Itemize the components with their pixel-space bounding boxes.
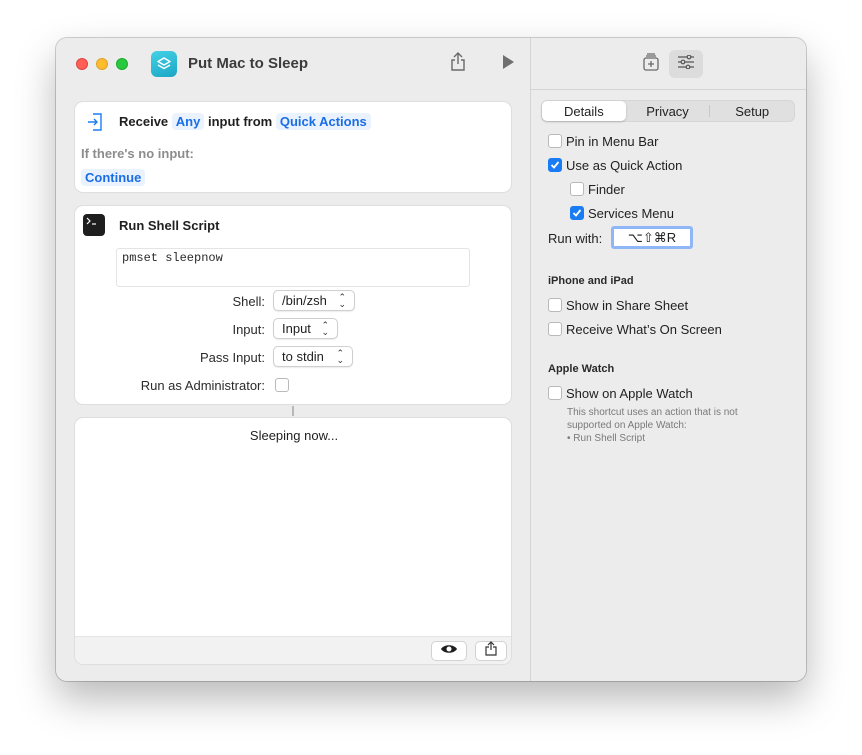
action-title: Run Shell Script: [119, 218, 220, 233]
share-sheet-label: Show in Share Sheet: [566, 298, 689, 313]
receive-label: Receive: [119, 114, 169, 129]
admin-checkbox[interactable]: [275, 378, 289, 392]
chevron-updown-icon: ⌃ ⌄: [336, 347, 344, 365]
watch-note-line: supported on Apple Watch:: [567, 420, 687, 431]
receive-screen-label: Receive What’s On Screen: [566, 322, 722, 337]
input-type-token[interactable]: Any: [171, 113, 205, 130]
minimize-window-button[interactable]: [96, 58, 108, 70]
share-sheet-checkbox[interactable]: [548, 298, 562, 312]
output-card: Sleeping now...: [74, 417, 512, 665]
admin-label: Run as Administrator:: [140, 378, 265, 393]
titlebar: Put Mac to Sleep: [56, 38, 530, 90]
shortcuts-window: Put Mac to Sleep Receive Any input from: [56, 38, 806, 681]
inspector-tabs: Details Privacy Setup: [541, 100, 795, 122]
output-text: Sleeping now...: [249, 428, 339, 443]
input-label: Input:: [232, 322, 265, 337]
script-editor[interactable]: pmset sleepnow: [116, 248, 470, 287]
chevron-updown-icon: ⌃ ⌄: [338, 291, 346, 309]
add-action-icon: [642, 52, 660, 76]
chevron-updown-icon: ⌃ ⌄: [321, 319, 329, 337]
show-watch-checkbox[interactable]: [548, 386, 562, 400]
iphone-section-title: iPhone and iPad: [548, 275, 634, 287]
receive-icon: [87, 113, 103, 136]
finder-label: Finder: [588, 182, 625, 197]
shell-value: /bin/zsh: [282, 293, 327, 308]
receive-action-card[interactable]: Receive Any input from Quick Actions If …: [74, 101, 512, 193]
receive-screen-checkbox[interactable]: [548, 322, 562, 336]
action-connector: [292, 406, 294, 416]
checkmark-icon: [572, 209, 582, 217]
run-shell-script-card[interactable]: Run Shell Script pmset sleepnow Shell: /…: [74, 205, 512, 405]
continue-token[interactable]: Continue: [81, 169, 146, 186]
quick-action-checkbox[interactable]: [548, 158, 562, 172]
share-button[interactable]: [446, 51, 470, 77]
pass-input-value: to stdin: [282, 349, 324, 364]
shortcut-icon[interactable]: [151, 51, 177, 77]
pin-menu-bar-label: Pin in Menu Bar: [566, 134, 659, 149]
input-popup[interactable]: Input ⌃ ⌄: [273, 318, 338, 339]
library-button[interactable]: [639, 52, 663, 76]
output-footer: [75, 636, 511, 664]
output-share-button[interactable]: [475, 641, 507, 661]
tab-privacy[interactable]: Privacy: [626, 101, 710, 121]
run-button[interactable]: [496, 52, 520, 76]
shell-popup[interactable]: /bin/zsh ⌃ ⌄: [273, 290, 355, 311]
no-input-action: Continue: [81, 169, 146, 186]
no-input-label: If there's no input:: [81, 146, 194, 161]
inspector-toolbar: [531, 38, 806, 90]
watch-note: This shortcut uses an action that is not…: [567, 406, 787, 445]
shell-label: Shell:: [232, 294, 265, 309]
show-watch-label: Show on Apple Watch: [566, 386, 693, 401]
checkmark-icon: [550, 161, 560, 169]
inspector-pane: Details Privacy Setup Pin in Menu Bar Us…: [530, 38, 806, 681]
share-icon: [450, 51, 466, 77]
quick-look-button[interactable]: [431, 641, 467, 661]
editor-pane: Put Mac to Sleep Receive Any input from: [56, 38, 530, 681]
share-icon: [485, 641, 497, 661]
zoom-window-button[interactable]: [116, 58, 128, 70]
play-icon: [501, 54, 515, 75]
input-from-label: input from: [207, 114, 273, 129]
services-menu-checkbox[interactable]: [570, 206, 584, 220]
quick-action-label: Use as Quick Action: [566, 158, 683, 173]
tab-setup[interactable]: Setup: [710, 101, 794, 121]
close-window-button[interactable]: [76, 58, 88, 70]
watch-note-line: • Run Shell Script: [567, 433, 645, 444]
tab-details[interactable]: Details: [542, 101, 626, 121]
details-button[interactable]: [669, 50, 703, 78]
window-title[interactable]: Put Mac to Sleep: [188, 55, 308, 72]
keyboard-shortcut-field[interactable]: ⌥⇧⌘R: [611, 226, 693, 249]
eye-icon: [440, 642, 458, 660]
services-menu-label: Services Menu: [588, 206, 674, 221]
pass-input-label: Pass Input:: [199, 350, 265, 365]
terminal-icon: [83, 214, 105, 236]
finder-checkbox[interactable]: [570, 182, 584, 196]
pin-menu-bar-checkbox[interactable]: [548, 134, 562, 148]
receive-sentence: Receive Any input from Quick Actions: [119, 113, 371, 130]
pass-input-popup[interactable]: to stdin ⌃ ⌄: [273, 346, 353, 367]
sliders-icon: [677, 54, 695, 74]
input-source-token[interactable]: Quick Actions: [275, 113, 371, 130]
input-value: Input: [282, 321, 311, 336]
watch-note-line: This shortcut uses an action that is not: [567, 407, 738, 418]
watch-section-title: Apple Watch: [548, 363, 615, 375]
run-with-label: Run with:: [548, 231, 603, 246]
